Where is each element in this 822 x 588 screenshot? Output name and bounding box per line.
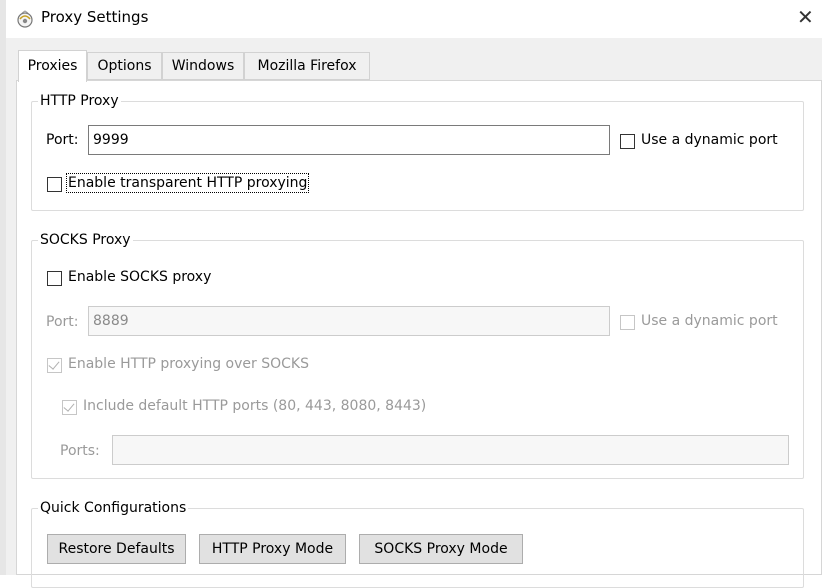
enable-socks-label[interactable]: Enable SOCKS proxy: [68, 269, 211, 285]
http-proxy-mode-button[interactable]: HTTP Proxy Mode: [199, 534, 346, 564]
socks-port-input[interactable]: [88, 306, 610, 336]
socks-port-label: Port:: [46, 314, 79, 330]
enable-socks-checkbox[interactable]: [47, 271, 62, 286]
ports-label: Ports:: [60, 443, 100, 459]
http-port-label: Port:: [46, 132, 79, 148]
http-over-socks-checkbox[interactable]: [47, 358, 62, 373]
transparent-proxy-label[interactable]: Enable transparent HTTP proxying: [65, 173, 310, 193]
socks-dynamic-port-checkbox[interactable]: [620, 315, 635, 330]
socks-proxy-legend: SOCKS Proxy: [38, 232, 133, 248]
tab-windows[interactable]: Windows: [162, 52, 244, 80]
proxy-app-icon: [17, 10, 33, 28]
include-default-ports-label[interactable]: Include default HTTP ports (80, 443, 808…: [83, 398, 426, 414]
restore-defaults-button[interactable]: Restore Defaults: [47, 534, 186, 564]
transparent-proxy-checkbox[interactable]: [47, 177, 62, 192]
socks-proxy-mode-button[interactable]: SOCKS Proxy Mode: [359, 534, 523, 564]
http-dynamic-port-checkbox[interactable]: [620, 134, 635, 149]
http-proxy-legend: HTTP Proxy: [38, 93, 121, 109]
http-dynamic-port-label[interactable]: Use a dynamic port: [641, 132, 778, 148]
close-icon[interactable]: ✕: [797, 7, 814, 27]
http-over-socks-label[interactable]: Enable HTTP proxying over SOCKS: [68, 356, 309, 372]
quick-config-legend: Quick Configurations: [38, 500, 189, 516]
tab-options[interactable]: Options: [87, 52, 162, 80]
ports-input[interactable]: [112, 435, 789, 465]
http-port-input[interactable]: [88, 125, 610, 155]
window-title: Proxy Settings: [41, 8, 149, 26]
http-proxy-group: [31, 101, 804, 211]
include-default-ports-checkbox[interactable]: [62, 400, 77, 415]
socks-dynamic-port-label[interactable]: Use a dynamic port: [641, 313, 778, 329]
tab-mozilla-firefox[interactable]: Mozilla Firefox: [244, 52, 370, 80]
tab-proxies[interactable]: Proxies: [18, 50, 87, 82]
